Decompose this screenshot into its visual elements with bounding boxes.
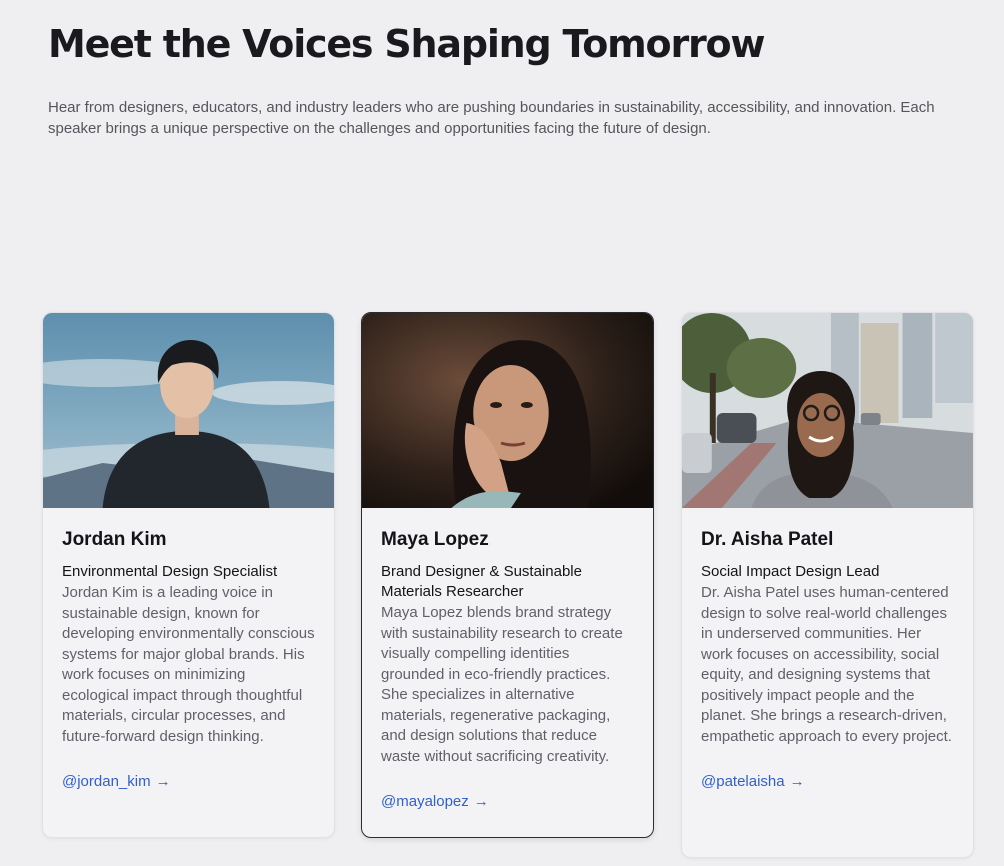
speaker-name: Dr. Aisha Patel (701, 529, 834, 550)
speaker-photo (362, 313, 653, 508)
speaker-handle-link[interactable]: @jordan_kim → (62, 773, 171, 790)
speaker-card-aisha-patel[interactable]: Dr. Aisha Patel Social Impact Design Lea… (681, 312, 974, 858)
speaker-name: Maya Lopez (381, 529, 489, 550)
speaker-bio: Jordan Kim is a leading voice in sustain… (62, 584, 315, 745)
speaker-card-maya-lopez[interactable]: Maya Lopez Brand Designer & Sustainable … (361, 312, 654, 838)
speaker-bio: Dr. Aisha Patel uses human-centered desi… (701, 584, 952, 745)
speaker-role: Environmental Design Specialist (62, 563, 278, 580)
handle-text: @patelaisha (701, 773, 785, 790)
speaker-handle-link[interactable]: @patelaisha → (701, 773, 805, 790)
handle-text: @mayalopez (381, 793, 469, 810)
speaker-photo (682, 313, 973, 508)
speaker-role: Brand Designer & Sustainable Materials R… (381, 563, 582, 600)
speaker-name: Jordan Kim (62, 529, 167, 550)
handle-text: @jordan_kim (62, 773, 151, 790)
arrow-right-icon: → (155, 773, 171, 790)
speaker-photo (43, 313, 334, 508)
speaker-card-jordan-kim[interactable]: Jordan Kim Environmental Design Speciali… (42, 312, 335, 838)
arrow-right-icon: → (473, 793, 489, 810)
page-intro: Hear from designers, educators, and indu… (48, 99, 935, 137)
page-title: Meet the Voices Shaping Tomorrow (48, 22, 766, 66)
speaker-handle-link[interactable]: @mayalopez → (381, 793, 489, 810)
speaker-bio: Maya Lopez blends brand strategy with su… (381, 604, 623, 765)
arrow-right-icon: → (789, 773, 805, 790)
speaker-role: Social Impact Design Lead (701, 563, 880, 580)
